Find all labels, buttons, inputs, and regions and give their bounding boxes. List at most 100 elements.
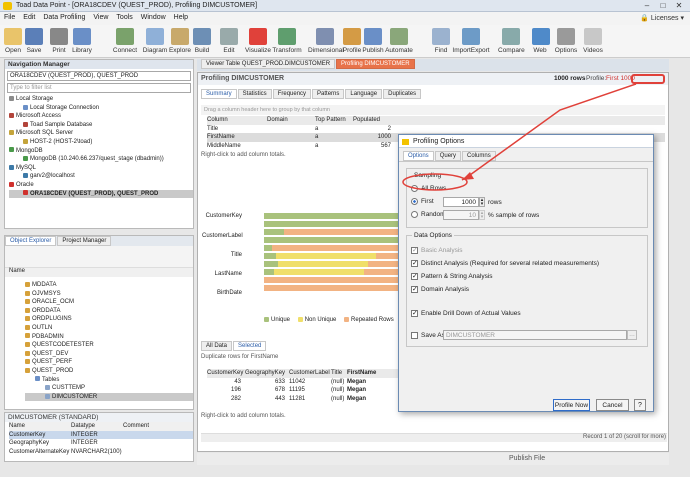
save-as-checkbox[interactable]: Save As [411, 332, 445, 339]
tab-summary[interactable]: Summary [201, 89, 237, 99]
schema-item[interactable]: QUEST_PROD [25, 367, 193, 376]
web-button[interactable]: Web [532, 25, 550, 58]
tab-frequency[interactable]: Frequency [272, 89, 312, 99]
compare-button[interactable]: Compare [498, 25, 525, 58]
tab-viewer-table[interactable]: Viewer Table QUEST_PROD.DIMCUSTOMER [201, 59, 336, 69]
cancel-button[interactable]: Cancel [596, 399, 629, 411]
first-radio[interactable]: First [411, 198, 434, 205]
save-as-input[interactable]: DIMCUSTOMER [443, 330, 627, 340]
tab-language[interactable]: Language [345, 89, 383, 99]
tree-microsoft-access[interactable]: Microsoft Access [9, 112, 193, 121]
tree-mongodb-connection[interactable]: MongoDB (10.240.66.237/quest_stage (dbad… [9, 155, 193, 164]
tab-statistics[interactable]: Statistics [237, 89, 272, 99]
tab-selected[interactable]: Selected [233, 341, 267, 351]
tables-node[interactable]: Tables [25, 376, 193, 385]
build-button[interactable]: Build [192, 25, 212, 58]
save-button[interactable]: Save [24, 25, 44, 58]
library-button[interactable]: Library [70, 25, 94, 58]
tab-columns[interactable]: Columns [462, 151, 496, 161]
tab-query[interactable]: Query [434, 151, 462, 161]
find-button[interactable]: Find [432, 25, 450, 58]
profile-options-button[interactable] [631, 74, 665, 84]
maximize-icon[interactable]: □ [656, 1, 670, 11]
filter-input[interactable]: Type to filter list [7, 83, 191, 93]
table-item-selected[interactable]: DIMCUSTOMER [25, 392, 193, 402]
duplicate-row[interactable]: 196 678 11195 (null) Megan [207, 386, 401, 395]
menu-file[interactable]: File [0, 12, 19, 23]
tab-patterns[interactable]: Patterns [312, 89, 345, 99]
tab-options[interactable]: Options [403, 151, 434, 161]
tree-mongodb[interactable]: MongoDB [9, 147, 193, 156]
menu-tools[interactable]: Tools [112, 12, 136, 23]
first-rows-stepper[interactable]: ▴ ▾ [479, 197, 485, 207]
profile-now-button[interactable]: Profile Now [553, 399, 590, 411]
publish-button[interactable]: Publish [362, 25, 384, 58]
column-row[interactable]: GeographyKey INTEGER [9, 439, 193, 448]
tree-oracle-connection[interactable]: ORA18CDEV (QUEST_PROD), QUEST_PROD [9, 189, 193, 199]
random-radio[interactable]: Random [411, 211, 446, 218]
schema-item[interactable]: QUESTCODETESTER [25, 341, 193, 350]
random-percent-stepper[interactable]: ▴ ▾ [479, 210, 485, 220]
minimize-icon[interactable]: – [640, 1, 654, 11]
schema-item[interactable]: ORACLE_OCM [25, 298, 193, 307]
menu-help[interactable]: Help [170, 12, 192, 23]
schema-item[interactable]: ORDDATA [25, 307, 193, 316]
menu-edit[interactable]: Edit [19, 12, 39, 23]
random-percent-input[interactable]: 10 [443, 210, 479, 220]
publish-file-button[interactable]: Publish File [509, 455, 545, 462]
basic-analysis-checkbox[interactable]: ✓ Basic Analysis [411, 247, 463, 254]
tree-oracle[interactable]: Oracle [9, 181, 193, 190]
menu-data-profiling[interactable]: Data Profiling [39, 12, 89, 23]
schema-item[interactable]: QUEST_DEV [25, 350, 193, 359]
automate-button[interactable]: Automate [385, 25, 413, 58]
profile-button[interactable]: Profile [342, 25, 362, 58]
visualize-button[interactable]: Visualize [244, 25, 272, 58]
tree-local-storage[interactable]: Local Storage [9, 95, 193, 104]
menu-view[interactable]: View [89, 12, 112, 23]
menu-window[interactable]: Window [137, 12, 170, 23]
connection-selector[interactable]: ORA18CDEV (QUEST_PROD), QUEST_PROD [7, 71, 191, 81]
column-row[interactable]: CustomerKey INTEGER [9, 430, 193, 439]
tab-project-manager[interactable]: Project Manager [57, 236, 112, 246]
tree-mysql[interactable]: MySQL [9, 164, 193, 173]
edit-button[interactable]: Edit [220, 25, 238, 58]
help-button[interactable]: ? [634, 399, 646, 411]
schema-item[interactable]: OUTLN [25, 324, 193, 333]
distinct-analysis-checkbox[interactable]: ✓ Distinct Analysis (Required for several… [411, 260, 599, 267]
column-row[interactable]: CustomerAlternateKey NVARCHAR2(100) [9, 448, 193, 457]
schema-item[interactable]: OJVMSYS [25, 290, 193, 299]
tab-duplicates[interactable]: Duplicates [383, 89, 422, 99]
dimensional-button[interactable]: Dimensional [308, 25, 344, 58]
tab-object-explorer[interactable]: Object Explorer [5, 236, 57, 246]
options-button[interactable]: Options [552, 25, 580, 58]
schema-item[interactable]: PDBADMIN [25, 333, 193, 342]
all-rows-radio[interactable]: All Rows [411, 185, 446, 192]
open-button[interactable]: Open [2, 25, 24, 58]
tree-toad-sample-database[interactable]: Toad Sample Database [9, 121, 193, 130]
pattern-analysis-checkbox[interactable]: ✓ Pattern & String Analysis [411, 273, 493, 280]
domain-analysis-checkbox[interactable]: ✓ Domain Analysis [411, 286, 469, 293]
schema-item[interactable]: QUEST_PERF [25, 358, 193, 367]
explore-button[interactable]: Explore [168, 25, 192, 58]
tree-host-2[interactable]: HOST-2 (HOST-2\toad) [9, 138, 193, 147]
schema-item[interactable]: ORDPLUGINS [25, 315, 193, 324]
profile-row[interactable]: Title a 2 [207, 125, 665, 134]
licenses-link[interactable]: 🔒 Licenses ▾ [640, 14, 684, 22]
tree-microsoft-sql-server[interactable]: Microsoft SQL Server [9, 129, 193, 138]
videos-button[interactable]: Videos [582, 25, 604, 58]
tree-local-storage-connection[interactable]: Local Storage Connection [9, 104, 193, 113]
tab-profiling[interactable]: Profiling DIMCUSTOMER [336, 59, 415, 69]
tree-mysql-connection[interactable]: garv2@localhost [9, 172, 193, 181]
connect-button[interactable]: Connect [112, 25, 138, 58]
duplicate-row[interactable]: 43 633 11042 (null) Megan [207, 378, 401, 387]
first-rows-input[interactable]: 1000 [443, 197, 479, 207]
close-icon[interactable]: ✕ [672, 1, 686, 11]
importexport-button[interactable]: ImportExport [452, 25, 490, 58]
table-item[interactable]: CUSTTEMP [25, 384, 193, 393]
duplicate-row[interactable]: 282 443 11281 (null) Megan [207, 395, 401, 404]
drill-down-checkbox[interactable]: ✓ Enable Drill Down of Actual Values [411, 310, 521, 317]
transform-button[interactable]: Transform [272, 25, 302, 58]
save-as-browse-button[interactable]: … [627, 330, 637, 340]
schema-item[interactable]: MDDATA [25, 281, 193, 290]
tab-all-data[interactable]: All Data [201, 341, 233, 351]
